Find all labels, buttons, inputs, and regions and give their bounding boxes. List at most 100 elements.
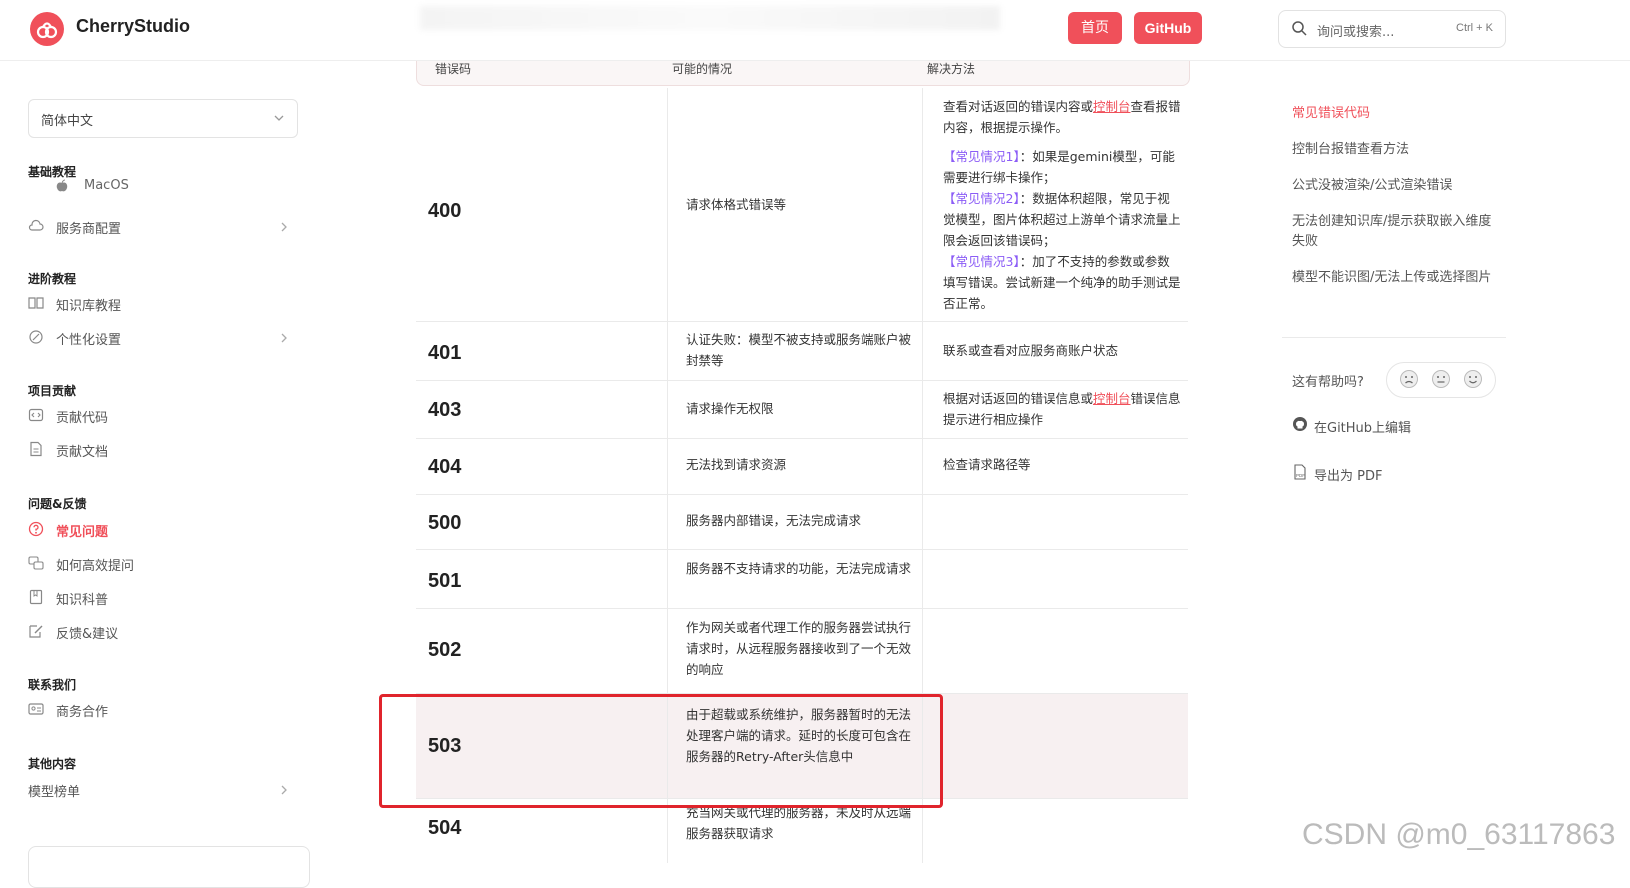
language-select[interactable]: 简体中文 xyxy=(28,99,298,138)
sidebar-item-contribute-docs[interactable]: 贡献文档 xyxy=(28,438,298,462)
sidebar-item-provider-config[interactable]: 服务商配置 xyxy=(28,215,298,239)
sidebar-item-label: 商务合作 xyxy=(56,705,109,720)
toc-item-image-upload[interactable]: 模型不能识图/无法上传或选择图片 xyxy=(1292,268,1492,288)
error-code: 501 xyxy=(428,570,462,592)
sidebar-item-knowledge-science[interactable]: 知识科普 xyxy=(28,586,298,610)
sidebar-bottom-panel[interactable] xyxy=(28,846,310,888)
chevron-right-icon xyxy=(280,784,288,800)
brand-name[interactable]: CherryStudio xyxy=(76,16,190,37)
document-icon xyxy=(28,441,44,461)
console-link[interactable]: 控制台 xyxy=(1093,391,1131,406)
export-pdf-label: 导出为 PDF xyxy=(1314,469,1383,484)
search-shortcut: Ctrl + K xyxy=(1456,22,1493,34)
github-button[interactable]: GitHub xyxy=(1134,12,1202,44)
search-icon xyxy=(1291,20,1307,40)
search-box[interactable]: 询问或搜索... Ctrl + K xyxy=(1278,10,1506,48)
error-code: 400 xyxy=(428,200,462,222)
edit-icon xyxy=(28,623,44,643)
error-description: 服务器内部错误，无法完成请求 xyxy=(686,513,862,528)
blurred-content xyxy=(420,6,1000,30)
edit-on-github-label: 在GitHub上编辑 xyxy=(1314,421,1412,436)
sidebar-item-label: 常见问题 xyxy=(56,525,109,540)
sidebar-item-macos[interactable]: MacOS xyxy=(56,176,176,200)
toc-item-console-errors[interactable]: 控制台报错查看方法 xyxy=(1292,140,1492,160)
svg-text:PDF: PDF xyxy=(1296,473,1305,478)
sidebar-item-faq[interactable]: 常见问题 xyxy=(28,518,298,542)
table-row: 504 充当网关或代理的服务器，未及时从远端服务器获取请求 xyxy=(416,799,1188,863)
book-open-icon xyxy=(28,295,44,315)
question-icon xyxy=(28,521,44,541)
cherry-logo-icon[interactable] xyxy=(30,12,64,46)
sidebar-item-label: 模型榜单 xyxy=(28,785,81,800)
section-advanced: 进阶教程 xyxy=(28,272,77,286)
error-code: 502 xyxy=(428,639,462,661)
error-code: 504 xyxy=(428,817,462,839)
toc-item-formula-render[interactable]: 公式没被渲染/公式渲染错误 xyxy=(1292,176,1492,196)
pdf-icon: PDF xyxy=(1292,464,1308,484)
sidebar-item-ask-effectively[interactable]: 如何高效提问 xyxy=(28,552,298,576)
error-code: 500 xyxy=(428,512,462,534)
table-row: 502 作为网关或者代理工作的服务器尝试执行请求时，从远程服务器接收到了一个无效… xyxy=(416,609,1188,694)
search-placeholder: 询问或搜索... xyxy=(1317,25,1395,40)
column-header: 解决方法 xyxy=(927,62,976,76)
column-header: 可能的情况 xyxy=(672,62,733,76)
case-tag: 【常见情况1】 xyxy=(943,149,1020,164)
error-description: 请求体格式错误等 xyxy=(686,197,787,212)
table-row: 401 认证失败：模型不被支持或服务端账户被封禁等 联系或查看对应服务商账户状态 xyxy=(416,322,1188,381)
section-other: 其他内容 xyxy=(28,757,77,771)
happy-face-icon[interactable] xyxy=(1463,369,1483,393)
table-row: 404 无法找到请求资源 检查请求路径等 xyxy=(416,439,1188,495)
home-button[interactable]: 首页 xyxy=(1068,12,1122,44)
toc-divider xyxy=(1282,337,1506,338)
section-feedback: 问题&反馈 xyxy=(28,497,87,511)
toc-item-knowledge-base[interactable]: 无法创建知识库/提示获取嵌入维度失败 xyxy=(1292,212,1492,252)
sidebar-item-label: 个性化设置 xyxy=(56,333,122,348)
table-row: 400 请求体格式错误等 查看对话返回的错误内容或控制台查看报错内容，根据提示操… xyxy=(416,88,1188,322)
case-tag: 【常见情况3】 xyxy=(943,254,1020,269)
language-value: 简体中文 xyxy=(41,114,94,129)
table-row: 500 服务器内部错误，无法完成请求 xyxy=(416,495,1188,550)
error-description: 请求操作无权限 xyxy=(686,401,774,416)
table-row: 501 服务器不支持请求的功能，无法完成请求 xyxy=(416,550,1188,609)
error-description: 服务器不支持请求的功能，无法完成请求 xyxy=(686,561,912,576)
cloud-icon xyxy=(28,218,44,238)
sad-face-icon[interactable] xyxy=(1399,369,1419,393)
sidebar-item-label: 知识库教程 xyxy=(56,299,122,314)
sidebar-item-contribute-code[interactable]: 贡献代码 xyxy=(28,404,298,428)
sidebar-item-model-ranking[interactable]: 模型榜单 xyxy=(28,778,298,802)
error-description: 作为网关或者代理工作的服务器尝试执行请求时，从远程服务器接收到了一个无效的响应 xyxy=(686,620,912,677)
feedback-faces xyxy=(1386,362,1496,398)
chat-icon xyxy=(28,555,44,575)
sidebar-item-label: 服务商配置 xyxy=(56,222,122,237)
error-solution: 根据对话返回的错误信息或控制台错误信息提示进行相应操作 xyxy=(943,388,1181,430)
helpful-label: 这有帮助吗? xyxy=(1292,375,1364,390)
error-code: 404 xyxy=(428,456,462,478)
console-link[interactable]: 控制台 xyxy=(1093,99,1131,114)
neutral-face-icon[interactable] xyxy=(1431,369,1451,393)
chevron-right-icon xyxy=(280,221,288,237)
sidebar-item-feedback-suggest[interactable]: 反馈&建议 xyxy=(28,620,298,644)
column-header: 错误码 xyxy=(435,62,472,76)
sidebar-item-label: 贡献代码 xyxy=(56,411,109,426)
code-icon xyxy=(28,407,44,427)
solution-text: 根据对话返回的错误信息或 xyxy=(943,391,1094,406)
sidebar-item-label: 如何高效提问 xyxy=(56,559,135,574)
error-solution: 联系或查看对应服务商账户状态 xyxy=(943,343,1119,358)
csdn-watermark: CSDN @m0_63117863 xyxy=(1302,818,1616,851)
top-header: CherryStudio 首页 GitHub 询问或搜索... Ctrl + K xyxy=(0,0,1630,61)
error-code: 403 xyxy=(428,399,462,421)
toc-item-common-errors[interactable]: 常见错误代码 xyxy=(1292,104,1492,124)
sidebar-item-knowledge-tutorial[interactable]: 知识库教程 xyxy=(28,292,298,316)
sidebar-item-personalize[interactable]: 个性化设置 xyxy=(28,326,298,350)
highlight-annotation-box xyxy=(379,694,943,808)
chevron-right-icon xyxy=(280,332,288,348)
apple-icon xyxy=(56,179,68,197)
sidebar-item-business[interactable]: 商务合作 xyxy=(28,698,298,722)
case-tag: 【常见情况2】 xyxy=(943,191,1020,206)
error-description: 充当网关或代理的服务器，未及时从远端服务器获取请求 xyxy=(686,805,912,841)
brush-icon xyxy=(28,329,44,349)
error-description: 认证失败：模型不被支持或服务端账户被封禁等 xyxy=(686,332,912,368)
section-contribute: 项目贡献 xyxy=(28,384,77,398)
book-icon xyxy=(28,589,44,609)
sidebar-item-label: 反馈&建议 xyxy=(56,627,119,642)
